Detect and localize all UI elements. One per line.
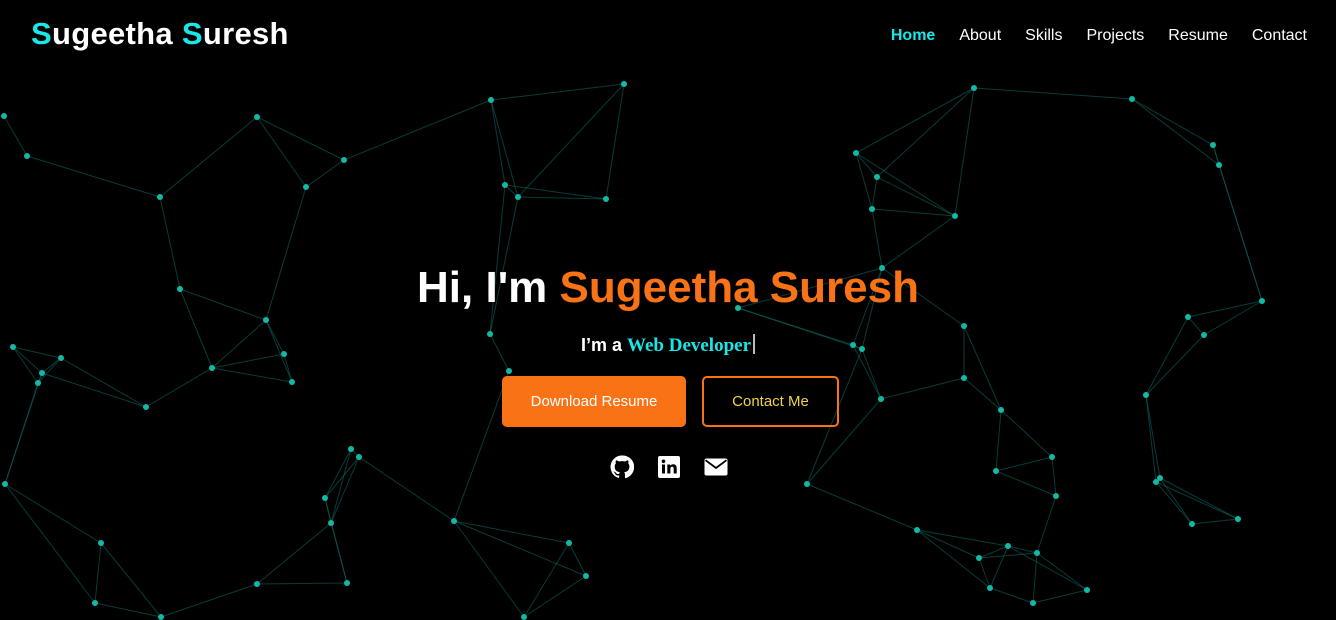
linkedin-link[interactable] <box>657 455 681 479</box>
github-link[interactable] <box>610 455 634 479</box>
hero-title: Hi, I'm Sugeetha Suresh <box>0 263 1336 313</box>
typed-role: Web Developer <box>627 335 752 356</box>
linkedin-icon <box>658 456 680 478</box>
hero-name: Sugeetha Suresh <box>559 263 919 312</box>
hero-greeting: Hi, I'm <box>417 263 548 312</box>
typing-cursor <box>753 334 756 354</box>
mail-icon <box>704 458 728 476</box>
social-links <box>610 455 728 479</box>
download-resume-button[interactable]: Download Resume <box>502 376 686 427</box>
mail-link[interactable] <box>704 455 728 479</box>
github-icon <box>610 455 634 479</box>
hero-subtitle: I’m a Web Developer <box>0 334 1336 357</box>
contact-me-button[interactable]: Contact Me <box>702 376 839 427</box>
hero-section: Hi, I'm Sugeetha Suresh I’m a Web Develo… <box>0 0 1336 620</box>
subtitle-prefix: I’m a <box>580 335 622 355</box>
